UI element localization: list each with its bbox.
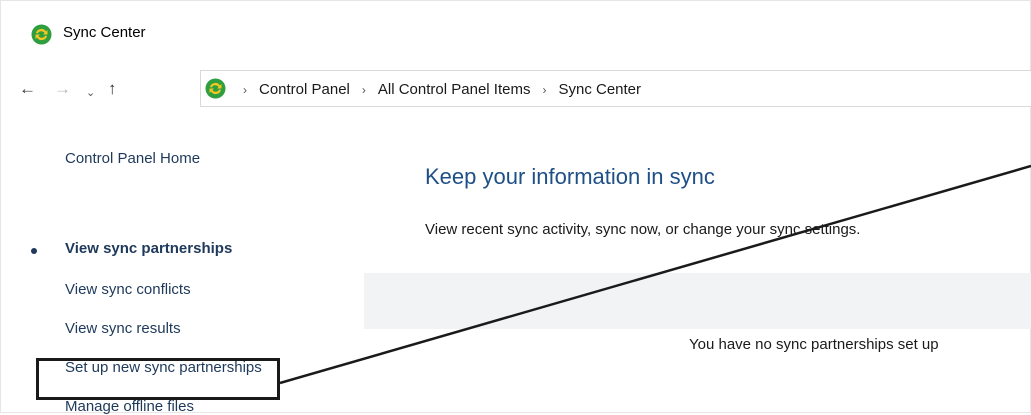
window-title: Sync Center [63,24,146,41]
highlight-box [36,358,280,400]
navigation-bar: ← → ⌄ ↑ › Control Panel › All Control Pa… [0,70,1031,110]
title-bar: Sync Center [0,0,1031,66]
partnerships-list-header [364,273,1031,329]
forward-arrow-icon[interactable]: → [54,77,71,101]
breadcrumb-control-panel[interactable]: Control Panel [259,81,350,98]
address-bar[interactable]: › Control Panel › All Control Panel Item… [200,70,1031,107]
control-panel-home-link[interactable]: Control Panel Home [65,150,200,167]
sidebar-item-view-sync-conflicts[interactable]: View sync conflicts [65,281,191,298]
recent-locations-chevron-icon[interactable]: ⌄ [86,81,95,105]
breadcrumb-separator-icon[interactable]: › [542,83,546,97]
sidebar-item-view-sync-results[interactable]: View sync results [65,320,181,337]
sync-center-window: Sync Center ← → ⌄ ↑ › Control Panel › Al… [0,0,1031,415]
breadcrumb-separator-icon[interactable]: › [362,83,366,97]
breadcrumb: › Control Panel › All Control Panel Item… [231,71,641,108]
sync-center-icon [205,78,226,99]
sidebar-item-view-sync-partnerships[interactable]: View sync partnerships [65,240,232,257]
page-title: Keep your information in sync [425,164,715,189]
breadcrumb-all-control-panel-items[interactable]: All Control Panel Items [378,81,531,98]
breadcrumb-sync-center[interactable]: Sync Center [558,81,641,98]
sync-center-icon [31,24,52,45]
active-item-bullet [31,248,37,254]
up-arrow-icon[interactable]: ↑ [108,77,117,101]
empty-partnerships-message: You have no sync partnerships set up [689,336,939,353]
sidebar-item-manage-offline-files[interactable]: Manage offline files [65,398,194,415]
breadcrumb-separator-icon[interactable]: › [243,83,247,97]
back-arrow-icon[interactable]: ← [19,77,36,101]
page-description: View recent sync activity, sync now, or … [425,221,861,238]
